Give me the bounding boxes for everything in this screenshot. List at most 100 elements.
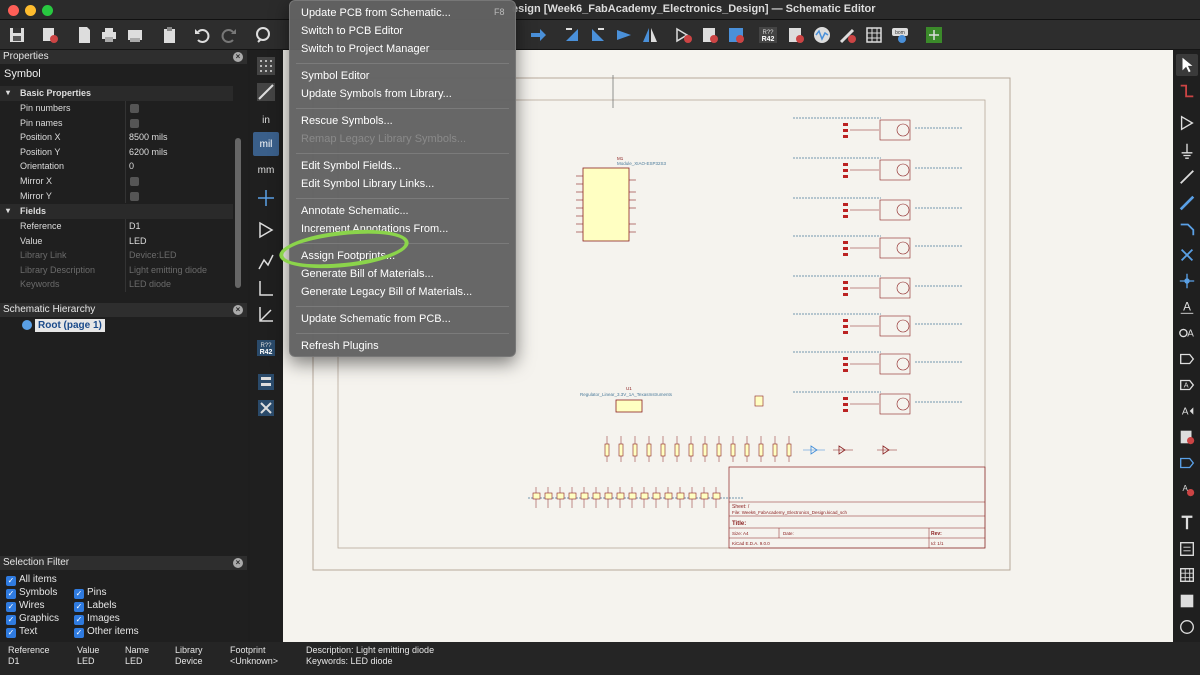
- property-value[interactable]: 6200 mils: [129, 145, 168, 160]
- zoom-window-button[interactable]: [42, 5, 53, 16]
- mirror-horizontal-icon[interactable]: [638, 23, 662, 47]
- import-sheet-pin-icon[interactable]: A: [1176, 478, 1198, 500]
- selection-filter-item[interactable]: ✓ Wires: [6, 600, 45, 612]
- selection-filter-item[interactable]: ✓ Pins: [74, 587, 106, 599]
- add-text-icon[interactable]: [1176, 512, 1198, 534]
- checkbox-checked-icon[interactable]: ✓: [6, 576, 16, 586]
- menu-item[interactable]: Update Schematic from PCB...: [301, 313, 451, 325]
- add-wire-icon[interactable]: [1176, 166, 1198, 188]
- menu-item[interactable]: Switch to PCB Editor: [301, 25, 403, 37]
- checkbox-checked-icon[interactable]: ✓: [74, 589, 84, 599]
- property-row[interactable]: Position Y 6200 mils: [0, 144, 233, 160]
- field-value[interactable]: Light emitting diode: [129, 263, 207, 278]
- properties-scrollbar[interactable]: [235, 138, 241, 288]
- properties-manager-icon[interactable]: [253, 396, 279, 420]
- menu-item[interactable]: Remap Legacy Library Symbols...: [301, 133, 466, 145]
- field-value[interactable]: D1: [129, 219, 141, 234]
- property-row[interactable]: Position X 8500 mils: [0, 130, 233, 145]
- property-checkbox[interactable]: [130, 104, 139, 113]
- no-connect-icon[interactable]: [1176, 244, 1198, 266]
- fields-editor-icon[interactable]: [784, 23, 808, 47]
- close-icon[interactable]: ×: [233, 305, 243, 315]
- menu-item[interactable]: Generate Legacy Bill of Materials...: [301, 286, 472, 298]
- add-circle-icon[interactable]: [1176, 616, 1198, 638]
- sheet-pin-icon[interactable]: [1176, 452, 1198, 474]
- selection-filter-item[interactable]: ✓ Text: [6, 626, 37, 638]
- fields-group[interactable]: ▾ Fields: [0, 204, 233, 219]
- label-icon[interactable]: A: [1176, 296, 1198, 318]
- rotate-ccw-icon[interactable]: [560, 23, 584, 47]
- checkbox-checked-icon[interactable]: ✓: [6, 628, 16, 638]
- net-class-icon[interactable]: A: [1176, 322, 1198, 344]
- bom-table-icon[interactable]: [862, 23, 886, 47]
- add-sheet-icon[interactable]: [1176, 426, 1198, 448]
- close-window-button[interactable]: [8, 5, 19, 16]
- menu-item[interactable]: Generate Bill of Materials...: [301, 268, 434, 280]
- menu-item[interactable]: Update PCB from Schematic... F8: [301, 7, 505, 19]
- minimize-window-button[interactable]: [25, 5, 36, 16]
- selection-filter-item[interactable]: ✓ Labels: [74, 600, 116, 612]
- paste-icon[interactable]: [158, 23, 182, 47]
- menu-item[interactable]: Rescue Symbols...: [301, 115, 393, 127]
- hier-label-icon[interactable]: A: [1176, 374, 1198, 396]
- directive-label-icon[interactable]: A: [1176, 400, 1198, 422]
- checkbox-checked-icon[interactable]: ✓: [6, 615, 16, 625]
- add-rectangle-icon[interactable]: [1176, 590, 1198, 612]
- arrow-right-icon[interactable]: [526, 23, 550, 47]
- schematic-setup-icon[interactable]: [38, 23, 62, 47]
- undo-icon[interactable]: [190, 23, 214, 47]
- add-bus-icon[interactable]: [1176, 192, 1198, 214]
- checkbox-checked-icon[interactable]: ✓: [74, 628, 84, 638]
- menu-item[interactable]: Switch to Project Manager: [301, 43, 429, 55]
- property-row[interactable]: Mirror Y: [0, 188, 233, 204]
- selection-filter-item[interactable]: ✓ Images: [74, 613, 120, 625]
- field-row[interactable]: Reference D1: [0, 219, 233, 234]
- bus-entry-icon[interactable]: [1176, 218, 1198, 240]
- save-icon[interactable]: [5, 23, 29, 47]
- field-row[interactable]: Keywords LED diode: [0, 277, 233, 292]
- selection-filter-item[interactable]: ✓ All items: [6, 574, 57, 586]
- checkbox-checked-icon[interactable]: ✓: [6, 589, 16, 599]
- checkbox-checked-icon[interactable]: ✓: [74, 602, 84, 612]
- menu-item[interactable]: Symbol Editor: [301, 70, 369, 82]
- grid-icon[interactable]: [253, 54, 279, 78]
- highlight-net-icon[interactable]: [1176, 80, 1198, 102]
- add-power-icon[interactable]: [1176, 140, 1198, 162]
- hierarchy-root-item[interactable]: Root (page 1): [35, 319, 105, 332]
- checkbox-checked-icon[interactable]: ✓: [74, 615, 84, 625]
- print-icon[interactable]: [97, 23, 121, 47]
- simulator-icon[interactable]: [810, 23, 834, 47]
- property-checkbox[interactable]: [130, 118, 139, 128]
- hidden-pins-icon[interactable]: [253, 218, 279, 242]
- hierarchy-navigator-icon[interactable]: [253, 370, 279, 394]
- field-row[interactable]: Library Description Light emitting diode: [0, 262, 233, 278]
- erc-icon[interactable]: R?? R42: [756, 23, 780, 47]
- redo-icon[interactable]: [217, 23, 241, 47]
- menu-item[interactable]: Annotate Schematic...: [301, 205, 409, 217]
- wire-angle-free-icon[interactable]: [253, 250, 279, 274]
- property-value[interactable]: 0: [129, 159, 134, 174]
- pcb-editor-icon[interactable]: [922, 23, 946, 47]
- units-mm-button[interactable]: mm: [253, 158, 279, 182]
- property-row[interactable]: Orientation 0: [0, 159, 233, 174]
- field-value[interactable]: LED diode: [129, 277, 171, 292]
- checkbox-checked-icon[interactable]: ✓: [6, 602, 16, 612]
- property-row[interactable]: Pin names: [0, 115, 233, 131]
- units-mils-button[interactable]: mil: [253, 132, 279, 156]
- symbol-browser-icon[interactable]: [698, 23, 722, 47]
- grid-overrides-icon[interactable]: [253, 80, 279, 104]
- add-symbol-icon[interactable]: [1176, 112, 1198, 134]
- field-value[interactable]: LED: [129, 234, 147, 249]
- units-inches-button[interactable]: in: [253, 108, 279, 132]
- field-row[interactable]: Value LED: [0, 233, 233, 249]
- property-value[interactable]: 8500 mils: [129, 130, 168, 145]
- selection-filter-item[interactable]: ✓ Other items: [74, 626, 139, 638]
- close-icon[interactable]: ×: [233, 558, 243, 568]
- basic-properties-group[interactable]: ▾ Basic Properties: [0, 86, 233, 101]
- close-icon[interactable]: ×: [233, 52, 243, 62]
- wire-angle-45-icon[interactable]: [253, 302, 279, 326]
- footprint-assign-icon[interactable]: [836, 23, 860, 47]
- property-checkbox[interactable]: [130, 177, 139, 186]
- wire-angle-90-icon[interactable]: [253, 276, 279, 300]
- rotate-cw-icon[interactable]: [586, 23, 610, 47]
